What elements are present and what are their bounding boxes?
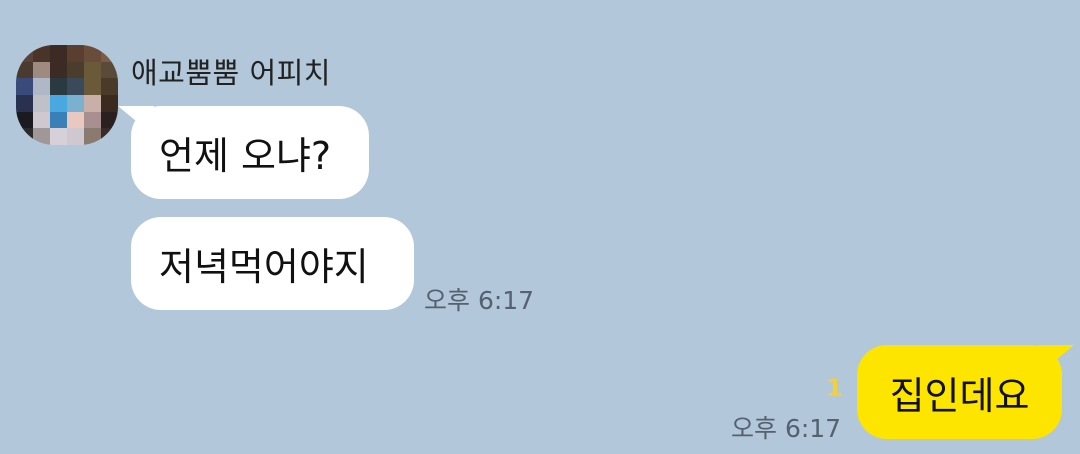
avatar-pixel: [33, 111, 50, 129]
avatar-pixel: [33, 128, 50, 145]
outgoing-timestamp: 오후 6:17: [731, 414, 842, 443]
avatar-pixel: [101, 45, 118, 62]
avatar-pixel: [101, 94, 118, 112]
chat-room: 애교뿜뿜 어피치 언제 오냐? 저녁먹어야지 오후 6:17 1 오후 6:17…: [0, 0, 1080, 454]
avatar-pixel: [50, 45, 67, 62]
avatar-pixel: [33, 94, 50, 112]
incoming-message-2[interactable]: 저녁먹어야지: [131, 217, 414, 310]
avatar-pixel: [101, 78, 118, 95]
avatar-pixel: [67, 45, 84, 62]
sender-name[interactable]: 애교뿜뿜 어피치: [131, 50, 331, 92]
avatar-pixel: [84, 45, 101, 62]
avatar-pixel: [84, 111, 101, 129]
avatar-pixel: [67, 78, 84, 95]
avatar-pixel: [67, 61, 84, 79]
incoming-message-1[interactable]: 언제 오냐?: [131, 106, 369, 199]
avatar-pixel: [67, 94, 84, 112]
avatar-pixel: [50, 111, 67, 129]
avatar-pixel: [50, 61, 67, 79]
avatar-pixel: [16, 61, 33, 79]
avatar-pixel: [16, 78, 33, 95]
avatar-pixel: [84, 61, 101, 79]
avatar-pixel: [50, 78, 67, 95]
avatar-pixel: [84, 78, 101, 95]
message-text: 집인데요: [889, 373, 1030, 418]
incoming-timestamp: 오후 6:17: [424, 286, 535, 315]
message-text: 저녁먹어야지: [159, 245, 369, 289]
avatar-pixel: [33, 78, 50, 95]
avatar-pixel: [16, 128, 33, 145]
avatar-pixel: [50, 94, 67, 112]
avatar-pixel: [84, 128, 101, 145]
avatar-pixel: [101, 128, 118, 145]
avatar-pixel: [16, 45, 33, 62]
profile-avatar[interactable]: [16, 45, 118, 145]
unread-count-badge: 1: [826, 374, 843, 402]
avatar-pixel: [101, 61, 118, 79]
avatar-pixel: [84, 94, 101, 112]
avatar-pixel: [33, 61, 50, 79]
avatar-pixel: [67, 128, 84, 145]
avatar-pixel: [50, 128, 67, 145]
outgoing-message[interactable]: 집인데요: [857, 345, 1062, 439]
avatar-pixel: [16, 94, 33, 112]
avatar-pixel: [16, 111, 33, 129]
message-text: 언제 오냐?: [159, 134, 332, 178]
avatar-pixel: [101, 111, 118, 129]
avatar-pixel: [33, 45, 50, 62]
avatar-pixel: [67, 111, 84, 129]
